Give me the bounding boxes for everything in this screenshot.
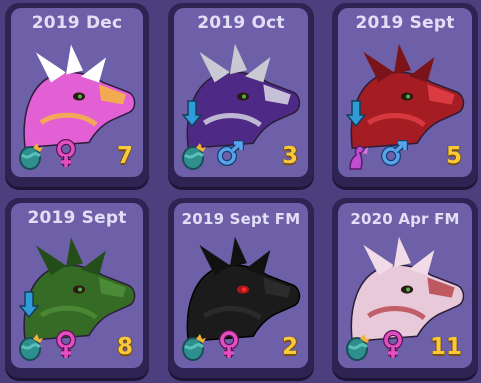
pet-status-icons (17, 291, 97, 362)
down-arrow-icon (346, 100, 366, 127)
pet-card[interactable]: 2019 Sept 5 (332, 3, 478, 187)
newborn-egg-icon (182, 334, 206, 361)
pet-count: 8 (116, 334, 133, 360)
pet-card[interactable]: 2019 Sept FM 2 (168, 198, 314, 378)
pet-card-inner: 2019 Dec 7 (11, 8, 143, 177)
pet-card-title: 2019 Sept (355, 13, 455, 33)
dragon-head (186, 236, 301, 343)
pet-card-title: 2019 Sept FM (181, 210, 301, 228)
female-symbol-icon (56, 330, 76, 358)
pet-count: 5 (445, 143, 462, 169)
pet-card-title: 2019 Oct (197, 13, 285, 33)
pet-card-title: 2019 Dec (31, 13, 123, 33)
pet-count: 7 (116, 143, 133, 169)
down-arrow-icon (19, 291, 39, 318)
pet-card-title: 2020 Apr FM (350, 210, 460, 228)
pet-card-inner: 2019 Sept FM 2 (174, 203, 308, 368)
female-symbol-icon (219, 330, 239, 358)
newborn-egg-icon (19, 143, 43, 170)
pet-status-icons (180, 330, 260, 362)
pet-status-icons (17, 139, 97, 171)
pet-card[interactable]: 2019 Sept 8 (5, 198, 149, 378)
pet-card[interactable]: 2019 Dec 7 (5, 3, 149, 187)
down-arrow-icon (182, 100, 202, 127)
male-symbol-icon (217, 140, 244, 166)
newborn-egg-icon (346, 334, 370, 361)
dragon-head (350, 43, 465, 150)
pet-card[interactable]: 2019 Oct 3 (168, 3, 314, 187)
pet-status-icons (180, 100, 260, 171)
pet-status-icons (344, 330, 424, 362)
newborn-egg-icon (19, 334, 43, 361)
pet-card-title: 2019 Sept (27, 208, 127, 228)
dragon-head (186, 43, 301, 150)
newborn-egg-icon (182, 143, 206, 170)
dragon-head (23, 237, 136, 342)
dragon-head (350, 236, 465, 343)
pet-card-inner: 2019 Sept 8 (11, 203, 143, 368)
pet-count: 11 (429, 334, 462, 360)
pet-card-inner: 2019 Oct 3 (174, 8, 308, 177)
female-symbol-icon (56, 139, 76, 167)
dragon-head (23, 44, 136, 149)
pet-card-inner: 2019 Sept 5 (338, 8, 472, 177)
pet-count: 3 (281, 143, 298, 169)
pet-count: 2 (281, 334, 298, 360)
pet-status-icons (344, 100, 424, 171)
male-symbol-icon (381, 140, 408, 166)
pet-card-inner: 2020 Apr FM 11 (338, 203, 472, 368)
female-symbol-icon (383, 330, 403, 358)
pet-card[interactable]: 2020 Apr FM 11 (332, 198, 478, 378)
baby-dragon-age-icon (349, 145, 368, 170)
